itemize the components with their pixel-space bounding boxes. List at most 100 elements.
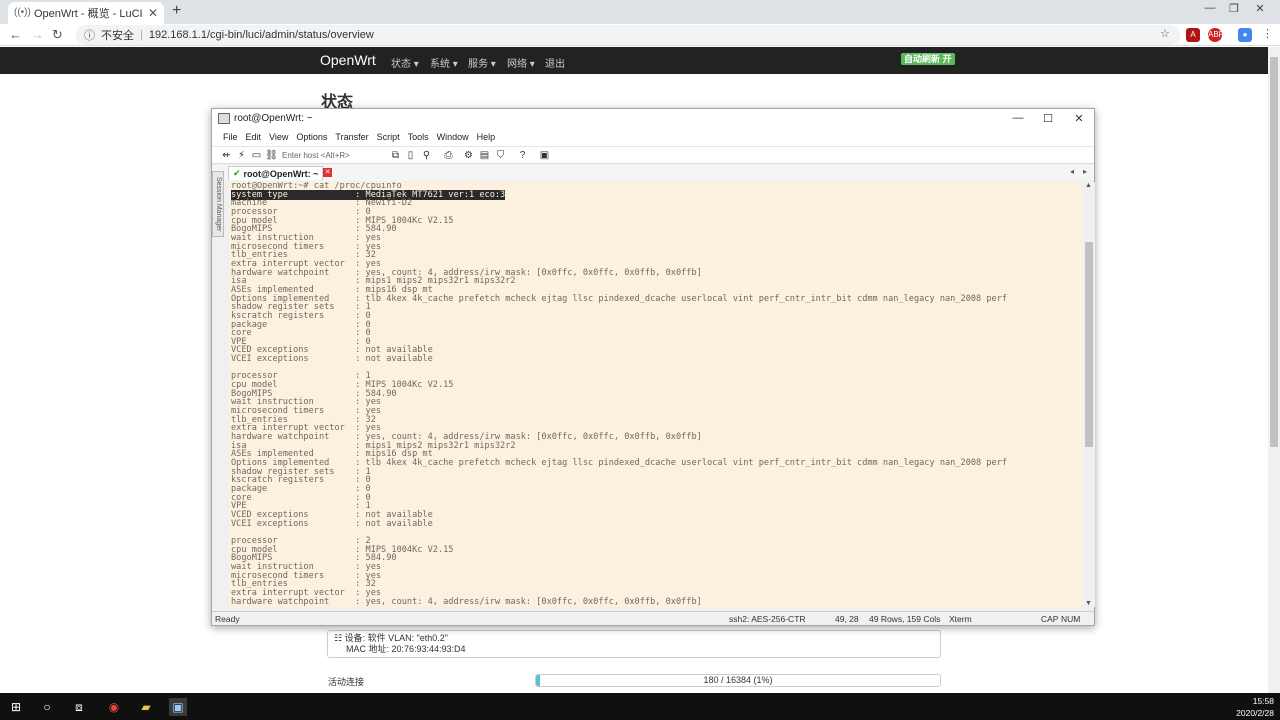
crt-window-title: root@OpenWrt: ~ bbox=[234, 113, 313, 124]
file-explorer-icon[interactable]: ▰ bbox=[137, 698, 155, 716]
auto-refresh-badge[interactable]: 自动刷新 开 bbox=[901, 53, 955, 65]
menu-logout[interactable]: 退出 bbox=[545, 55, 565, 70]
menu-tools[interactable]: Tools bbox=[408, 129, 429, 146]
clock-date: 2020/2/28 bbox=[1236, 708, 1274, 718]
browser-toolbar: ← → ↻ ⓘ 不安全 | 192.168.1.1/cgi-bin/luci/a… bbox=[0, 24, 1280, 46]
terminal-output[interactable]: root@OpenWrt:~# cat /proc/cpuinfo system … bbox=[229, 182, 1083, 607]
tab-favicon-icon: ((•)) bbox=[14, 7, 31, 18]
device-line: ☷ 设备: 软件 VLAN: "eth0.2" bbox=[334, 633, 449, 643]
page-scrollbar[interactable] bbox=[1268, 47, 1280, 693]
connect-tab-icon[interactable]: ▭ bbox=[250, 149, 263, 162]
browser-tab[interactable]: ((•)) OpenWrt - 概览 - LuCI ✕ bbox=[8, 2, 164, 24]
menu-network[interactable]: 网络 ▾ bbox=[507, 55, 535, 70]
address-bar[interactable]: ⓘ 不安全 | 192.168.1.1/cgi-bin/luci/admin/s… bbox=[76, 25, 1180, 45]
paste-icon[interactable]: ▯ bbox=[404, 149, 417, 162]
tab-title: OpenWrt - 概览 - LuCI bbox=[34, 8, 143, 20]
mac-line: MAC 地址: 20:76:93:44:93:D4 bbox=[346, 644, 466, 654]
crt-close-icon[interactable]: ✕ bbox=[1064, 112, 1094, 125]
copy-icon[interactable]: ⧉ bbox=[389, 149, 402, 162]
forward-icon[interactable]: → bbox=[31, 27, 44, 42]
crt-title-bar[interactable]: root@OpenWrt: ~ — ☐ ✕ bbox=[212, 109, 1094, 129]
active-connections-label: 活动连接 bbox=[328, 677, 365, 687]
restore-icon[interactable]: ❐ bbox=[1222, 2, 1246, 15]
scroll-thumb[interactable] bbox=[1085, 242, 1093, 447]
security-label: 不安全 bbox=[101, 30, 134, 42]
url-text: 192.168.1.1/cgi-bin/luci/admin/status/ov… bbox=[148, 29, 374, 41]
profile-avatar-icon[interactable]: ● bbox=[1238, 28, 1252, 42]
taskbar-clock[interactable]: 15:58 2020/2/28 bbox=[1236, 695, 1274, 719]
session-tab-label: root@OpenWrt: ~ bbox=[243, 168, 319, 179]
securecrt-app-icon[interactable]: ▣ bbox=[169, 698, 187, 716]
status-ready: Ready bbox=[215, 614, 240, 624]
scroll-down-icon[interactable]: ▼ bbox=[1085, 600, 1092, 607]
device-panel: ☷ 设备: 软件 VLAN: "eth0.2" MAC 地址: 20:76:93… bbox=[327, 630, 941, 658]
luci-navbar: OpenWrt 状态 ▾ 系统 ▾ 服务 ▾ 网络 ▾ 退出 自动刷新 开 bbox=[0, 47, 1280, 74]
status-cipher: ssh2: AES-256-CTR bbox=[729, 614, 806, 624]
bookmark-star-icon[interactable]: ☆ bbox=[1160, 27, 1170, 40]
status-cursor-pos: 49, 28 bbox=[835, 614, 859, 624]
print-icon[interactable]: ⎙ bbox=[442, 149, 455, 162]
menu-transfer[interactable]: Transfer bbox=[335, 129, 368, 146]
connections-text: 180 / 16384 (1%) bbox=[703, 675, 773, 685]
menu-help[interactable]: Help bbox=[477, 129, 496, 146]
close-tab-icon[interactable]: ✕ bbox=[148, 6, 158, 20]
menu-script[interactable]: Script bbox=[377, 129, 400, 146]
menu-window[interactable]: Window bbox=[437, 129, 469, 146]
search-icon[interactable]: ○ bbox=[38, 698, 56, 716]
status-size: 49 Rows, 159 Cols bbox=[869, 614, 941, 624]
session-manager-tab[interactable]: Session Manager bbox=[212, 171, 224, 237]
find-icon[interactable]: ⚲ bbox=[420, 149, 433, 162]
menu-file[interactable]: File bbox=[223, 129, 238, 146]
keymap-icon[interactable]: ▤ bbox=[478, 149, 491, 162]
status-cap: CAP bbox=[1041, 614, 1059, 624]
browser-tab-strip: ((•)) OpenWrt - 概览 - LuCI ✕ + — ❐ ✕ bbox=[0, 0, 1280, 24]
crt-status-bar: Ready ssh2: AES-256-CTR 49, 28 49 Rows, … bbox=[212, 611, 1094, 625]
info-icon[interactable]: ⓘ bbox=[84, 27, 95, 43]
terminal-line: VCEI exceptions : not available bbox=[231, 518, 433, 529]
host-input[interactable]: Enter host <Alt+R> bbox=[282, 149, 382, 162]
menu-system[interactable]: 系统 ▾ bbox=[430, 55, 458, 70]
reconnect-icon[interactable]: ⛓ bbox=[265, 149, 278, 162]
chrome-app-icon[interactable]: ◉ bbox=[105, 698, 123, 716]
tab-scroll-left-icon[interactable]: ◂ bbox=[1070, 167, 1074, 176]
connected-check-icon: ✔ bbox=[233, 168, 241, 178]
status-num: NUM bbox=[1061, 614, 1081, 624]
connect-icon[interactable]: ⇷ bbox=[220, 149, 233, 162]
pdf-extension-icon[interactable]: A bbox=[1186, 28, 1200, 42]
tab-scroll-right-icon[interactable]: ▸ bbox=[1083, 167, 1087, 176]
securecrt-window: root@OpenWrt: ~ — ☐ ✕ File Edit View Opt… bbox=[211, 108, 1095, 626]
menu-options[interactable]: Options bbox=[296, 129, 327, 146]
reload-icon[interactable]: ↻ bbox=[52, 27, 63, 43]
adblock-extension-icon[interactable]: ABP bbox=[1208, 28, 1224, 42]
menu-status[interactable]: 状态 ▾ bbox=[391, 55, 419, 70]
crt-minimize-icon[interactable]: — bbox=[1003, 112, 1033, 124]
close-window-icon[interactable]: ✕ bbox=[1248, 2, 1272, 15]
session-tab[interactable]: ✔ root@OpenWrt: ~ bbox=[228, 166, 324, 180]
crt-session-tabs: ✔ root@OpenWrt: ~ ✕ ◂ ▸ bbox=[212, 165, 1094, 181]
minimize-icon[interactable]: — bbox=[1198, 2, 1222, 14]
crt-maximize-icon[interactable]: ☐ bbox=[1033, 112, 1063, 125]
close-session-icon[interactable]: ✕ bbox=[323, 168, 332, 177]
menu-services[interactable]: 服务 ▾ bbox=[468, 55, 496, 70]
menu-view[interactable]: View bbox=[269, 129, 288, 146]
windows-start-icon[interactable]: ⊞ bbox=[7, 698, 25, 716]
new-tab-button[interactable]: + bbox=[172, 2, 181, 20]
luci-brand[interactable]: OpenWrt bbox=[320, 52, 376, 68]
settings-icon[interactable]: ⚙ bbox=[462, 149, 475, 162]
scroll-up-icon[interactable]: ▲ bbox=[1085, 182, 1092, 189]
sftp-icon[interactable]: ⛉ bbox=[494, 149, 507, 162]
terminal-scrollbar[interactable]: ▲ ▼ bbox=[1083, 182, 1095, 607]
back-icon[interactable]: ← bbox=[9, 27, 22, 42]
menu-edit[interactable]: Edit bbox=[246, 129, 262, 146]
windows-taskbar: ⊞ ○ ⧈ ◉ ▰ ▣ 15:58 2020/2/28 bbox=[0, 693, 1280, 720]
help-icon[interactable]: ? bbox=[516, 149, 529, 162]
task-view-icon[interactable]: ⧈ bbox=[70, 698, 88, 716]
screen-icon[interactable]: ▣ bbox=[538, 149, 551, 162]
status-term: Xterm bbox=[949, 614, 972, 624]
crt-toolbar: ⇷ ⚡ ▭ ⛓ Enter host <Alt+R> ⧉ ▯ ⚲ ⎙ ⚙ ▤ ⛉… bbox=[212, 146, 1094, 164]
network-icon: ☷ bbox=[334, 633, 345, 643]
clock-time: 15:58 bbox=[1252, 696, 1274, 706]
quick-connect-icon[interactable]: ⚡ bbox=[235, 149, 248, 162]
menu-kebab-icon[interactable]: ⋮ bbox=[1262, 27, 1273, 40]
crt-menu-bar: File Edit View Options Transfer Script T… bbox=[212, 129, 1094, 146]
